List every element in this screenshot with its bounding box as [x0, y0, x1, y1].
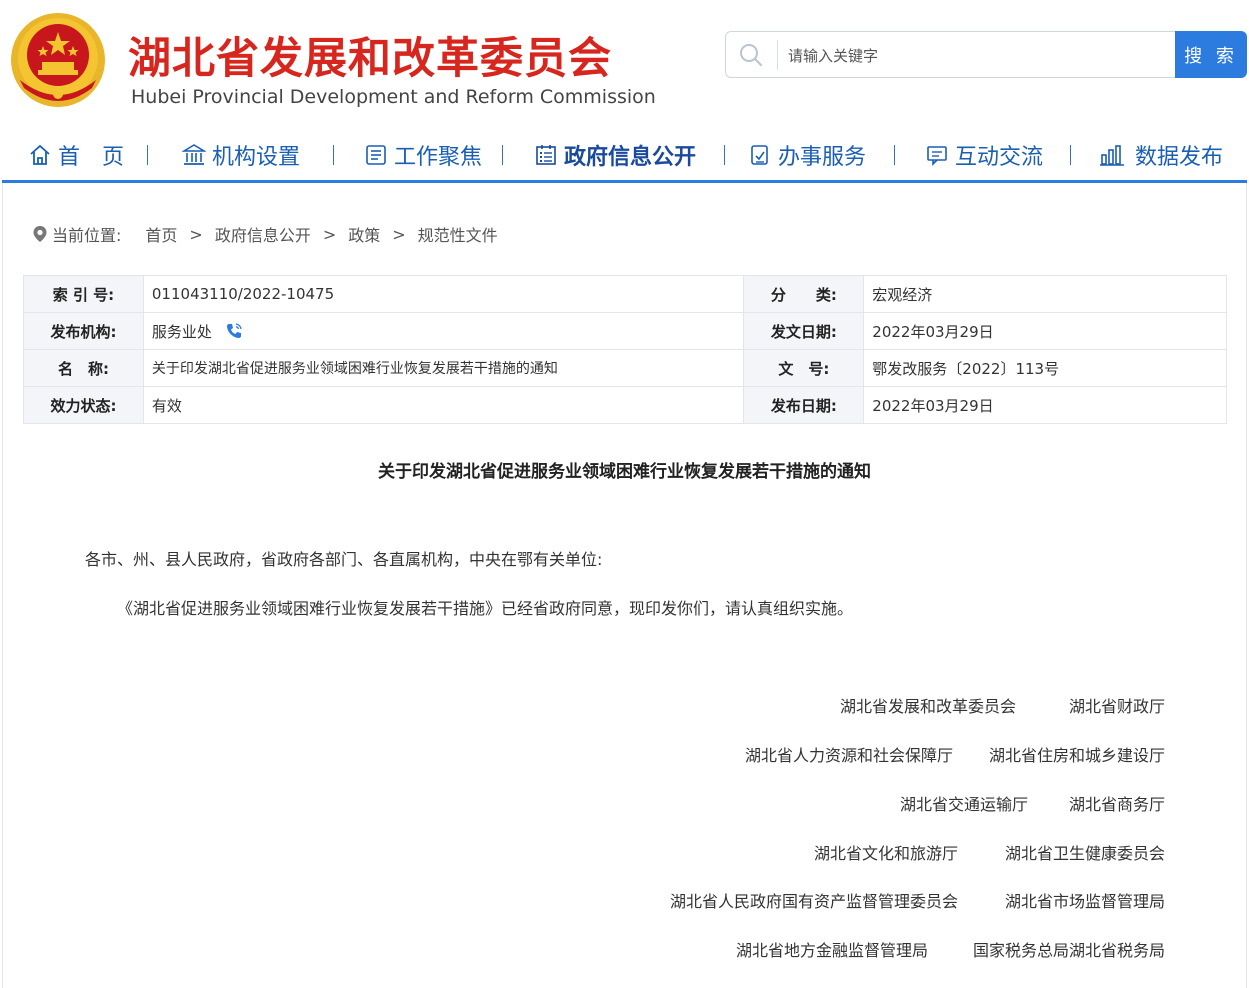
nav-work-focus-label: 工作聚焦: [394, 145, 483, 170]
article-title: 关于印发湖北省促进服务业领域困难行业恢复发展若干措施的通知: [378, 462, 871, 482]
issue-date-value: 2022年03月29日: [863, 312, 1227, 350]
search-box: [725, 31, 1176, 78]
breadcrumb: 当前位置: 首页 > 政府信息公开 > 政策 > 规范性文件: [32, 222, 498, 246]
document-list-icon: [366, 145, 386, 165]
nav-divider: [894, 145, 895, 165]
nav-divider: [1070, 145, 1071, 165]
interaction-icon: [927, 146, 947, 166]
doc-name-label: 名 称:: [23, 349, 144, 387]
signer: 湖北省商务厅: [1068, 795, 1165, 814]
release-date-value: 2022年03月29日: [863, 386, 1227, 424]
index-number-label: 索 引 号:: [23, 275, 144, 313]
home-icon: [30, 144, 50, 165]
search-icon: [740, 44, 762, 66]
nav-work-focus[interactable]: 工作聚焦: [364, 140, 482, 170]
site-title[interactable]: 湖北省发展和改革委员会: [128, 24, 612, 86]
calendar-list-icon: [536, 145, 556, 165]
nav-divider: [502, 145, 503, 165]
signer: 湖北省发展和改革委员会: [839, 697, 1016, 716]
nav-divider: [333, 145, 334, 165]
breadcrumb-separator: >: [322, 224, 337, 244]
location-pin-icon: [33, 226, 47, 242]
breadcrumb-gov-info[interactable]: 政府信息公开: [215, 222, 311, 246]
service-icon: [751, 145, 768, 165]
release-date-label: 发布日期:: [743, 386, 865, 424]
nav-data[interactable]: 数据发布: [1099, 140, 1223, 170]
main-nav: 首 页 机构设置 工作聚焦 政府信息公开 办事服务 互动交流 数据发布: [0, 130, 1249, 180]
index-number-value: 011043110/2022-10475: [142, 275, 745, 313]
nav-gov-info-label: 政府信息公开: [564, 145, 697, 170]
table-row: 发布机构: 服务业处 发文日期: 2022年03月29日: [23, 312, 1227, 350]
nav-gov-info[interactable]: 政府信息公开: [534, 140, 696, 170]
nav-service-label: 办事服务: [778, 145, 867, 170]
signer: 湖北省财政厅: [1068, 697, 1165, 716]
signer: 湖北省市场监督管理局: [1004, 892, 1165, 911]
search-input[interactable]: [786, 42, 1170, 70]
doc-number-label: 文 号:: [743, 349, 865, 387]
institution-icon: [182, 144, 206, 165]
nav-institution[interactable]: 机构设置: [182, 140, 300, 170]
signer: 湖北省卫生健康委员会: [1004, 844, 1165, 863]
nav-home-label: 首 页: [58, 145, 125, 170]
doc-number-value: 鄂发改服务〔2022〕113号: [863, 349, 1227, 387]
signer: 湖北省文化和旅游厅: [813, 844, 958, 863]
publisher-label: 发布机构:: [23, 312, 144, 350]
publisher-value: 服务业处: [151, 322, 212, 341]
bar-chart-icon: [1100, 145, 1124, 166]
issue-date-label: 发文日期:: [743, 312, 865, 350]
table-row: 名 称: 关于印发湖北省促进服务业领域困难行业恢复发展若干措施的通知 文 号: …: [23, 349, 1227, 387]
nav-service[interactable]: 办事服务: [748, 140, 866, 170]
nav-interaction[interactable]: 互动交流: [925, 140, 1043, 170]
document-info-table: 索 引 号: 011043110/2022-10475 分 类: 宏观经济 发布…: [23, 275, 1227, 424]
nav-divider: [147, 145, 148, 165]
signer: 国家税务总局湖北省税务局: [972, 941, 1165, 960]
breadcrumb-home[interactable]: 首页: [145, 222, 177, 246]
nav-divider: [724, 145, 725, 165]
search-divider: [777, 40, 778, 70]
signer: 湖北省住房和城乡建设厅: [988, 746, 1165, 765]
search-button[interactable]: 搜 索: [1175, 31, 1247, 78]
breadcrumb-separator: >: [189, 224, 203, 244]
signer: 湖北省人民政府国有资产监督管理委员会: [669, 892, 958, 911]
site-subtitle: Hubei Provincial Development and Reform …: [131, 86, 656, 108]
signer: 湖北省交通运输厅: [899, 795, 1028, 814]
nav-home[interactable]: 首 页: [28, 140, 124, 170]
nav-data-label: 数据发布: [1135, 145, 1224, 170]
table-row: 效力状态: 有效 发布日期: 2022年03月29日: [23, 386, 1227, 424]
category-value: 宏观经济: [863, 275, 1227, 313]
breadcrumb-separator: >: [392, 224, 406, 244]
publisher-cell: 服务业处: [142, 312, 745, 350]
phone-icon[interactable]: [225, 322, 243, 340]
breadcrumb-label: 当前位置:: [52, 226, 122, 245]
national-emblem-logo[interactable]: [8, 10, 108, 110]
doc-name-value: 关于印发湖北省促进服务业领域困难行业恢复发展若干措施的通知: [142, 349, 745, 387]
status-label: 效力状态:: [23, 386, 144, 424]
signer: 湖北省人力资源和社会保障厅: [744, 746, 953, 765]
nav-institution-label: 机构设置: [212, 145, 301, 170]
status-value: 有效: [142, 386, 745, 424]
article-salutation: 各市、州、县人民政府，省政府各部门、各直属机构，中央在鄂有关单位:: [85, 550, 603, 569]
nav-interaction-label: 互动交流: [955, 145, 1044, 170]
category-label: 分 类:: [743, 275, 865, 313]
breadcrumb-policy[interactable]: 政策: [348, 222, 380, 246]
article-body: 《湖北省促进服务业领域困难行业恢复发展若干措施》已经省政府同意，现印发你们，请认…: [117, 599, 854, 618]
breadcrumb-normative-docs[interactable]: 规范性文件: [418, 222, 498, 246]
signer: 湖北省地方金融监督管理局: [735, 941, 928, 960]
table-row: 索 引 号: 011043110/2022-10475 分 类: 宏观经济: [23, 275, 1227, 313]
site-header: 湖北省发展和改革委员会 Hubei Provincial Development…: [0, 0, 1249, 130]
